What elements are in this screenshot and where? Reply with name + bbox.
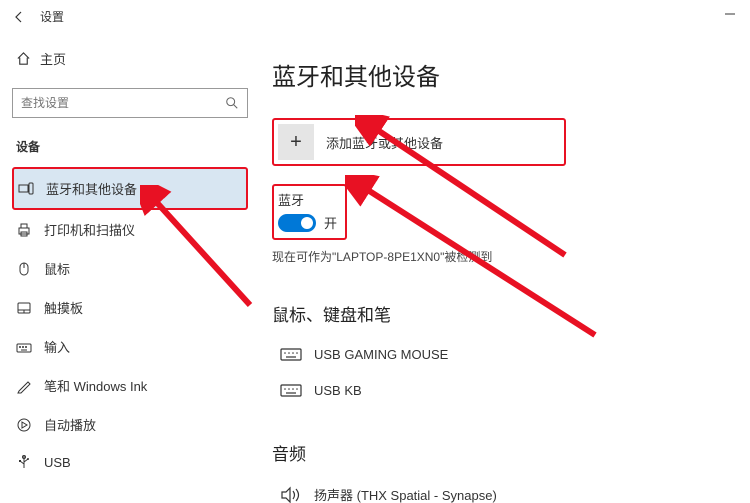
sidebar-item-label: 输入 xyxy=(44,337,70,356)
sidebar-item-printers[interactable]: 打印机和扫描仪 xyxy=(12,210,248,249)
keyboard-device-icon xyxy=(280,346,314,362)
device-row[interactable]: USB GAMING MOUSE xyxy=(272,340,738,376)
sidebar-item-label: 鼠标 xyxy=(44,259,70,278)
page-title: 蓝牙和其他设备 xyxy=(272,57,738,92)
search-box[interactable] xyxy=(12,88,248,118)
sidebar-home-label: 主页 xyxy=(40,49,66,68)
sidebar-item-bluetooth[interactable]: 蓝牙和其他设备 xyxy=(12,167,248,210)
device-row[interactable]: 扬声器 (THX Spatial - Synapse) xyxy=(272,479,738,503)
device-name: 扬声器 (THX Spatial - Synapse) xyxy=(314,485,497,503)
discoverable-text: 现在可作为"LAPTOP-8PE1XN0"被检测到 xyxy=(272,248,738,265)
sidebar-home[interactable]: 主页 xyxy=(12,41,248,76)
speaker-icon xyxy=(280,486,314,503)
add-device-button[interactable]: + 添加蓝牙或其他设备 xyxy=(278,124,558,160)
plus-icon: + xyxy=(278,124,314,160)
mouse-icon xyxy=(16,261,44,277)
sidebar-item-label: 打印机和扫描仪 xyxy=(44,220,135,239)
autoplay-icon xyxy=(16,417,44,433)
printer-icon xyxy=(16,222,44,238)
sidebar-item-typing[interactable]: 输入 xyxy=(12,327,248,366)
sidebar-section-label: 设备 xyxy=(12,134,248,159)
window-controls xyxy=(710,0,750,28)
usb-icon xyxy=(16,454,44,470)
device-name: USB GAMING MOUSE xyxy=(314,347,448,362)
titlebar: 设置 xyxy=(0,0,750,33)
sidebar-item-mouse[interactable]: 鼠标 xyxy=(12,249,248,288)
bluetooth-toggle[interactable] xyxy=(278,214,316,232)
sidebar-item-label: USB xyxy=(44,455,71,470)
bluetooth-devices-icon xyxy=(18,181,46,197)
window-title: 设置 xyxy=(40,8,64,25)
add-device-label: 添加蓝牙或其他设备 xyxy=(326,133,443,152)
sidebar: 主页 设备 蓝牙和其他设备 打印机和扫描仪 xyxy=(0,33,260,503)
bluetooth-state: 开 xyxy=(324,213,337,232)
sidebar-item-label: 自动播放 xyxy=(44,415,96,434)
keyboard-icon xyxy=(16,339,44,355)
home-icon xyxy=(16,51,40,66)
sidebar-item-autoplay[interactable]: 自动播放 xyxy=(12,405,248,444)
search-input[interactable] xyxy=(21,96,225,110)
search-icon xyxy=(225,96,239,110)
sidebar-item-label: 蓝牙和其他设备 xyxy=(46,179,137,198)
bluetooth-label: 蓝牙 xyxy=(278,190,337,209)
section-mouse-keyboard: 鼠标、键盘和笔 xyxy=(272,301,738,326)
sidebar-item-pen[interactable]: 笔和 Windows Ink xyxy=(12,366,248,405)
main-content: 蓝牙和其他设备 + 添加蓝牙或其他设备 蓝牙 开 现在可作为"LAPTOP-8P… xyxy=(260,33,750,503)
device-row[interactable]: USB KB xyxy=(272,376,738,412)
touchpad-icon xyxy=(16,300,44,316)
sidebar-item-touchpad[interactable]: 触摸板 xyxy=(12,288,248,327)
section-audio: 音频 xyxy=(272,440,738,465)
back-icon[interactable] xyxy=(12,10,26,24)
sidebar-item-label: 笔和 Windows Ink xyxy=(44,376,147,395)
keyboard-device-icon xyxy=(280,382,314,398)
sidebar-item-label: 触摸板 xyxy=(44,298,83,317)
device-name: USB KB xyxy=(314,383,362,398)
sidebar-item-usb[interactable]: USB xyxy=(12,444,248,480)
pen-icon xyxy=(16,378,44,394)
minimize-button[interactable] xyxy=(710,0,750,28)
